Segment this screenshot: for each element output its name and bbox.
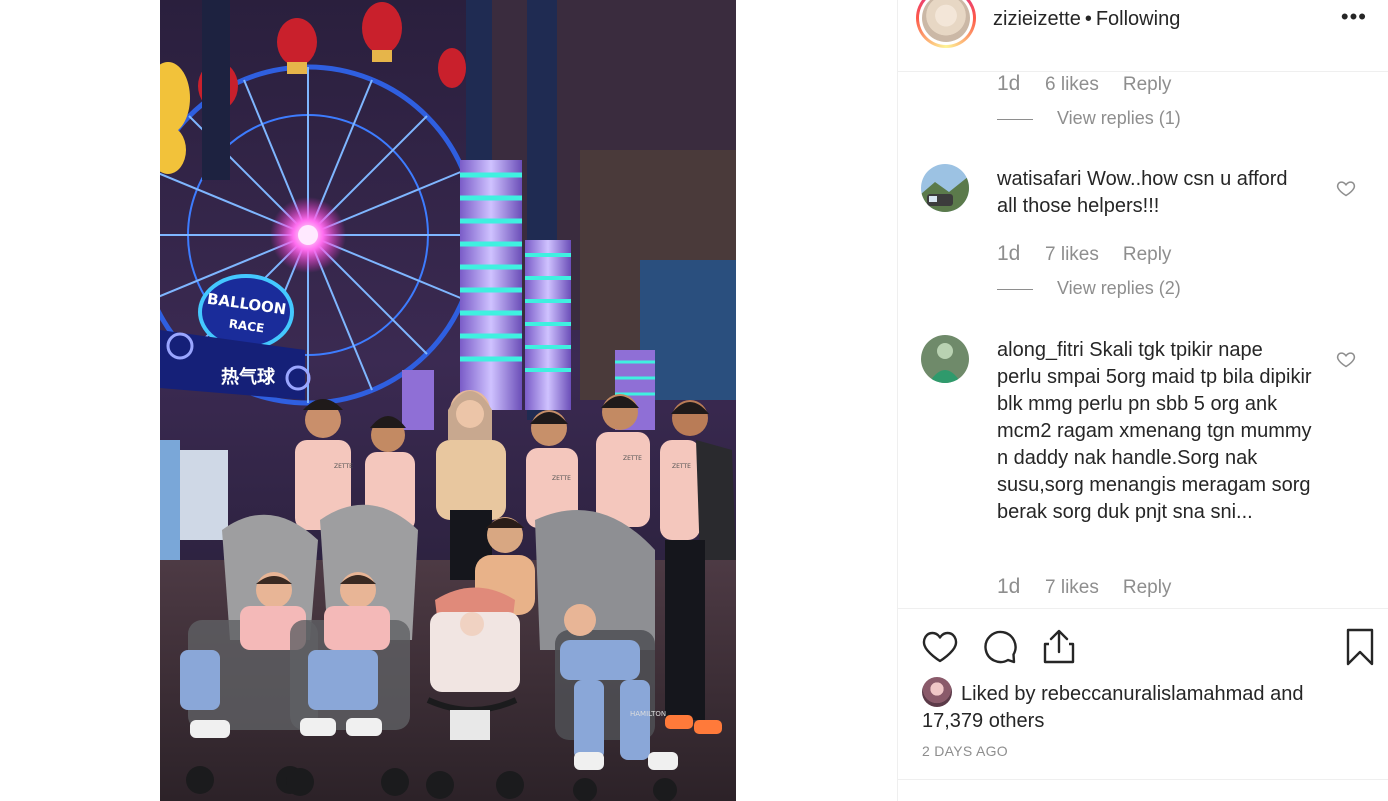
- comment-meta: 1d 7 likes Reply: [997, 242, 1171, 266]
- view-replies-button[interactable]: View replies (2): [997, 278, 1181, 299]
- commenter-avatar[interactable]: [921, 164, 969, 212]
- bookmark-icon[interactable]: [1340, 627, 1380, 667]
- liked-by-prefix: Liked by: [961, 683, 1036, 705]
- post-photo[interactable]: BALLOON RACE 热气球 ZETTE ZETTE ZETTE ZETTE…: [160, 0, 736, 801]
- comment-time: 1d: [997, 575, 1021, 598]
- comment-body: along_fitri Skali tgk tpikir nape perlu …: [997, 337, 1312, 526]
- divider-line: [997, 288, 1033, 290]
- comment-likes[interactable]: 7 likes: [1045, 577, 1099, 599]
- view-replies-label: View replies (2): [1057, 278, 1181, 298]
- view-replies-button[interactable]: View replies (1): [997, 108, 1181, 129]
- comment-icon[interactable]: [980, 627, 1020, 667]
- comment-meta: 1d 6 likes Reply: [997, 72, 1171, 96]
- author-avatar-image: [922, 0, 970, 42]
- comment-likes[interactable]: 7 likes: [1045, 244, 1099, 266]
- stroller-brand: HAMILTON: [630, 710, 666, 718]
- like-comment-heart-icon[interactable]: [1336, 349, 1356, 369]
- post-timestamp[interactable]: 2 DAYS AGO: [922, 743, 1008, 759]
- reply-button[interactable]: Reply: [1123, 74, 1172, 95]
- liked-by-summary: Liked by rebeccanuralislamahmad and 17,3…: [922, 677, 1362, 735]
- shirt-logo: ZETTE: [334, 463, 353, 470]
- commenter-avatar[interactable]: [921, 335, 969, 383]
- reply-button[interactable]: Reply: [1123, 244, 1172, 265]
- author-line: zizieizette • Following: [993, 7, 1180, 31]
- shirt-logo: ZETTE: [552, 475, 571, 482]
- view-replies-label: View replies (1): [1057, 108, 1181, 128]
- like-comment-heart-icon[interactable]: [1336, 178, 1356, 198]
- comment-meta: 1d 7 likes Reply: [997, 575, 1171, 599]
- comment-likes[interactable]: 6 likes: [1045, 74, 1099, 96]
- heart-icon[interactable]: [920, 627, 960, 667]
- reply-button[interactable]: Reply: [1123, 577, 1172, 598]
- post-sidebar: zizieizette • Following ••• 1d 6 likes Reply…: [897, 0, 1388, 801]
- comment-body: watisafari Wow..how csn u afford all tho…: [997, 166, 1312, 220]
- liker-username[interactable]: rebeccanuralislamahmad: [1041, 683, 1264, 705]
- following-button[interactable]: Following: [1096, 8, 1180, 30]
- separator-dot: •: [1084, 8, 1092, 30]
- comment-time: 1d: [997, 72, 1021, 95]
- comment-time: 1d: [997, 242, 1021, 265]
- liker-avatar[interactable]: [922, 677, 952, 707]
- liked-and: and: [1270, 683, 1304, 705]
- commenter-username[interactable]: watisafari: [997, 168, 1081, 190]
- more-options-icon[interactable]: •••: [1341, 6, 1367, 28]
- shirt-logo: ZETTE: [672, 463, 691, 470]
- comments-list[interactable]: 1d 6 likes Reply View replies (1) watisafa…: [898, 72, 1388, 608]
- post-actions: Liked by rebeccanuralislamahmad and 17,3…: [898, 608, 1388, 780]
- post-header: zizieizette • Following •••: [898, 0, 1388, 72]
- author-avatar[interactable]: [916, 0, 976, 48]
- commenter-username[interactable]: along_fitri: [997, 339, 1084, 361]
- sign-chinese: 热气球: [221, 366, 276, 388]
- divider-line: [997, 118, 1033, 120]
- shirt-logo: ZETTE: [623, 455, 642, 462]
- share-icon[interactable]: [1039, 627, 1079, 667]
- comment-text: Skali tgk tpikir nape perlu smpai 5org m…: [997, 339, 1312, 523]
- avatar: [921, 164, 969, 212]
- avatar: [921, 335, 969, 383]
- liked-others[interactable]: 17,379 others: [922, 710, 1044, 732]
- author-username[interactable]: zizieizette: [993, 8, 1081, 30]
